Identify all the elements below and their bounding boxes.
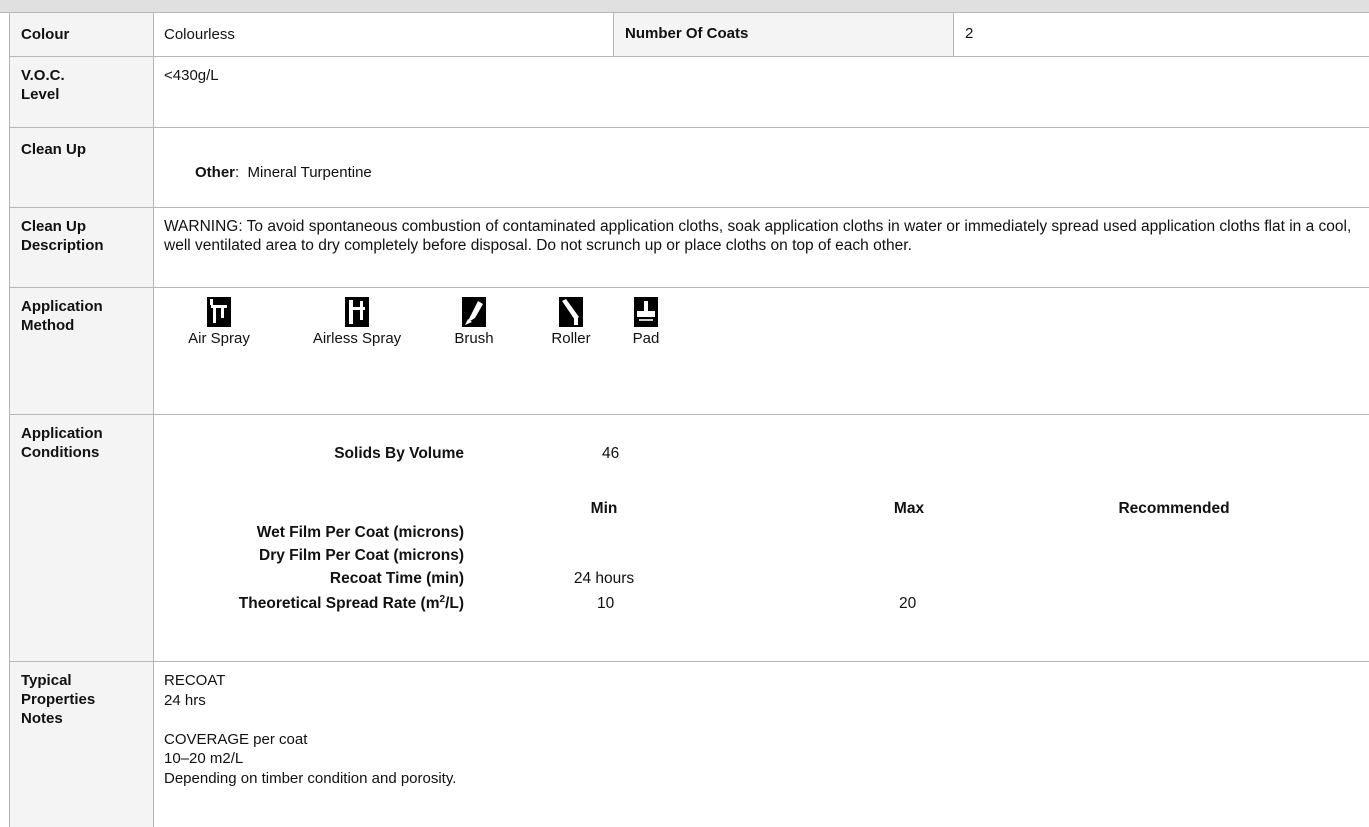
air-spray-icon: [207, 297, 231, 327]
method-airless-spray: Airless Spray: [297, 297, 417, 347]
brush-icon: [462, 297, 486, 327]
col-rec-header: Recommended: [1118, 500, 1230, 517]
notes-line: RECOAT: [164, 672, 226, 689]
coats-value-cell: 2: [953, 13, 1369, 57]
solids-label: Solids By Volume: [334, 445, 464, 462]
notes-line: COVERAGE per coat: [164, 730, 308, 748]
coats-value: 2: [965, 25, 974, 42]
method-brush: Brush: [439, 297, 509, 347]
method-label-pad: Pad: [632, 330, 660, 347]
notes-line: 10–20 m2/L: [164, 750, 244, 767]
wet-film-label: Wet Film Per Coat (microns): [256, 524, 464, 541]
roller-icon: [559, 297, 583, 327]
method-label-airless-spray: Airless Spray: [312, 330, 402, 347]
cleanup-label: Clean Up: [9, 128, 154, 208]
cleanup-desc-label: Clean Up Description: [9, 208, 154, 288]
method-label-brush: Brush: [454, 330, 494, 347]
pad-icon: [634, 297, 658, 327]
method-row: Application Method Air Spray Airless Spr…: [9, 287, 1369, 415]
cleanup-row: Clean Up Other: Mineral Turpentine: [9, 127, 1369, 208]
colour-label: Colour: [9, 13, 154, 57]
colour-row: Colour Colourless Number Of Coats 2: [9, 12, 1369, 57]
notes-line: [164, 710, 456, 730]
cleanup-desc-text: WARNING: To avoid spontaneous combustion…: [164, 218, 1352, 254]
spread-rate-label: Theoretical Spread Rate (m2/L): [238, 593, 464, 612]
conditions-label: Application Conditions: [9, 415, 154, 662]
cleanup-text: Mineral Turpentine: [247, 164, 372, 181]
cleanup-desc-row: Clean Up Description WARNING: To avoid s…: [9, 207, 1369, 288]
method-roller: Roller: [541, 297, 601, 347]
conditions-row: Application Conditions Solids By Volume …: [9, 414, 1369, 662]
method-air-spray: Air Spray: [174, 297, 264, 347]
coats-label-cell: Number Of Coats: [613, 13, 954, 57]
cleanup-value: Other: Mineral Turpentine: [195, 164, 372, 181]
notes-row: Typical Properties Notes RECOAT 24 hrs C…: [9, 661, 1369, 827]
method-label-roller: Roller: [551, 330, 591, 347]
col-max-header: Max: [893, 500, 925, 517]
method-pad: Pad: [624, 297, 668, 347]
notes-text: RECOAT 24 hrs COVERAGE per coat 10–20 m2…: [164, 671, 456, 788]
recoat-label: Recoat Time (min): [329, 570, 464, 587]
cleanup-key: Other: [195, 164, 236, 181]
colour-value: Colourless: [164, 26, 235, 43]
col-min-header: Min: [590, 500, 618, 517]
dry-film-label: Dry Film Per Coat (microns): [259, 547, 464, 564]
notes-label: Typical Properties Notes: [9, 662, 154, 827]
notes-line: Depending on timber condition and porosi…: [164, 769, 457, 787]
spread-rate-min: 10: [597, 595, 615, 612]
voc-value: <430g/L: [164, 67, 219, 84]
voc-label: V.O.C. Level: [9, 57, 154, 128]
method-label: Application Method: [9, 288, 154, 415]
recoat-min: 24 hours: [573, 570, 635, 587]
solids-value: 46: [602, 445, 620, 462]
method-label-air-spray: Air Spray: [188, 330, 250, 347]
coats-label: Number Of Coats: [625, 25, 749, 42]
airless-spray-icon: [345, 297, 369, 327]
notes-line: 24 hrs: [164, 691, 206, 709]
voc-row: V.O.C. Level <430g/L: [9, 56, 1369, 128]
spread-rate-max: 20: [899, 595, 917, 612]
properties-table: Colour Colourless Number Of Coats 2 V.O.…: [9, 12, 1369, 827]
